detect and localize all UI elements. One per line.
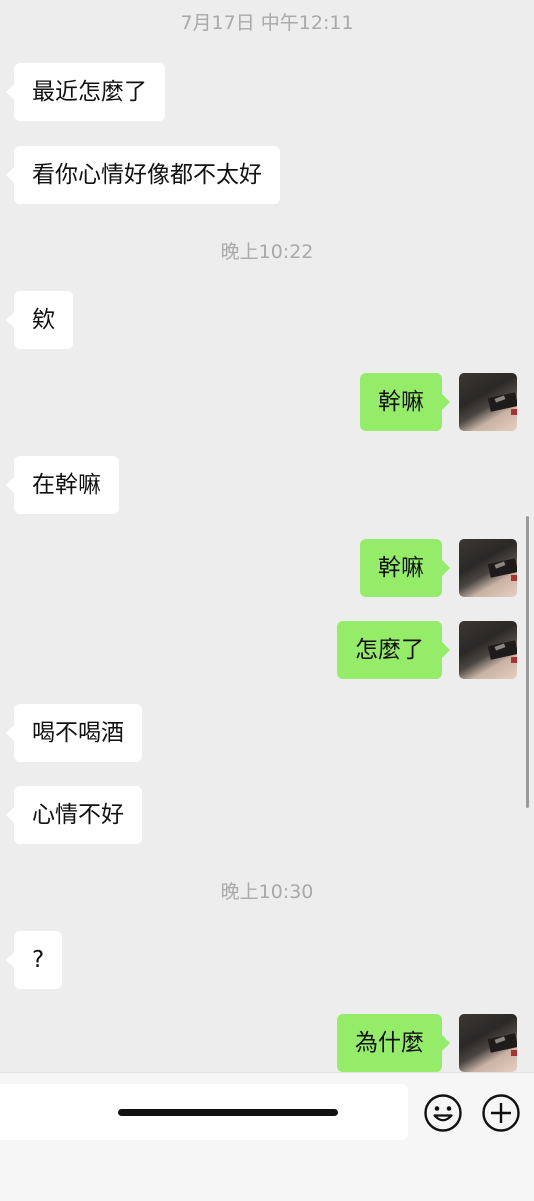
input-bar xyxy=(0,1072,534,1201)
message-bubble-incoming[interactable]: 喝不喝酒 xyxy=(6,704,142,762)
timestamp: 晚上10:30 xyxy=(220,881,314,903)
avatar-dot xyxy=(511,657,517,663)
user-avatar[interactable] xyxy=(459,1014,517,1072)
avatar-dot xyxy=(511,1050,517,1056)
message-bubble-incoming[interactable]: 在幹嘛 xyxy=(6,456,119,514)
timestamp: 晚上10:22 xyxy=(220,241,314,263)
scroll-indicator[interactable] xyxy=(526,516,529,808)
message-bubble-outgoing[interactable]: 幹嘛 xyxy=(360,373,450,431)
message-bubble-incoming[interactable]: 心情不好 xyxy=(6,786,142,844)
home-indicator[interactable] xyxy=(118,1109,338,1116)
message-bubble-outgoing[interactable]: 幹嘛 xyxy=(360,539,450,597)
message-bubble-outgoing[interactable]: 為什麼 xyxy=(337,1014,450,1072)
message-bubble-incoming[interactable]: 最近怎麼了 xyxy=(6,63,165,121)
emoji-icon[interactable] xyxy=(423,1093,463,1133)
message-bubble-incoming[interactable]: ? xyxy=(5,931,63,989)
user-avatar[interactable] xyxy=(459,621,517,679)
message-bubble-incoming[interactable]: 欸 xyxy=(6,291,73,349)
user-avatar[interactable] xyxy=(459,539,517,597)
plus-icon[interactable] xyxy=(481,1093,521,1133)
user-avatar[interactable] xyxy=(459,373,517,431)
timestamp: 7月17日 中午12:11 xyxy=(180,12,354,34)
avatar-dot xyxy=(511,575,517,581)
chat-area[interactable]: 7月17日 中午12:11 最近怎麼了 看你心情好像都不太好 晚上10:22 欸… xyxy=(0,0,534,1072)
avatar-dot xyxy=(511,409,517,415)
message-bubble-incoming[interactable]: 看你心情好像都不太好 xyxy=(6,146,280,204)
message-bubble-outgoing[interactable]: 怎麼了 xyxy=(337,621,450,679)
